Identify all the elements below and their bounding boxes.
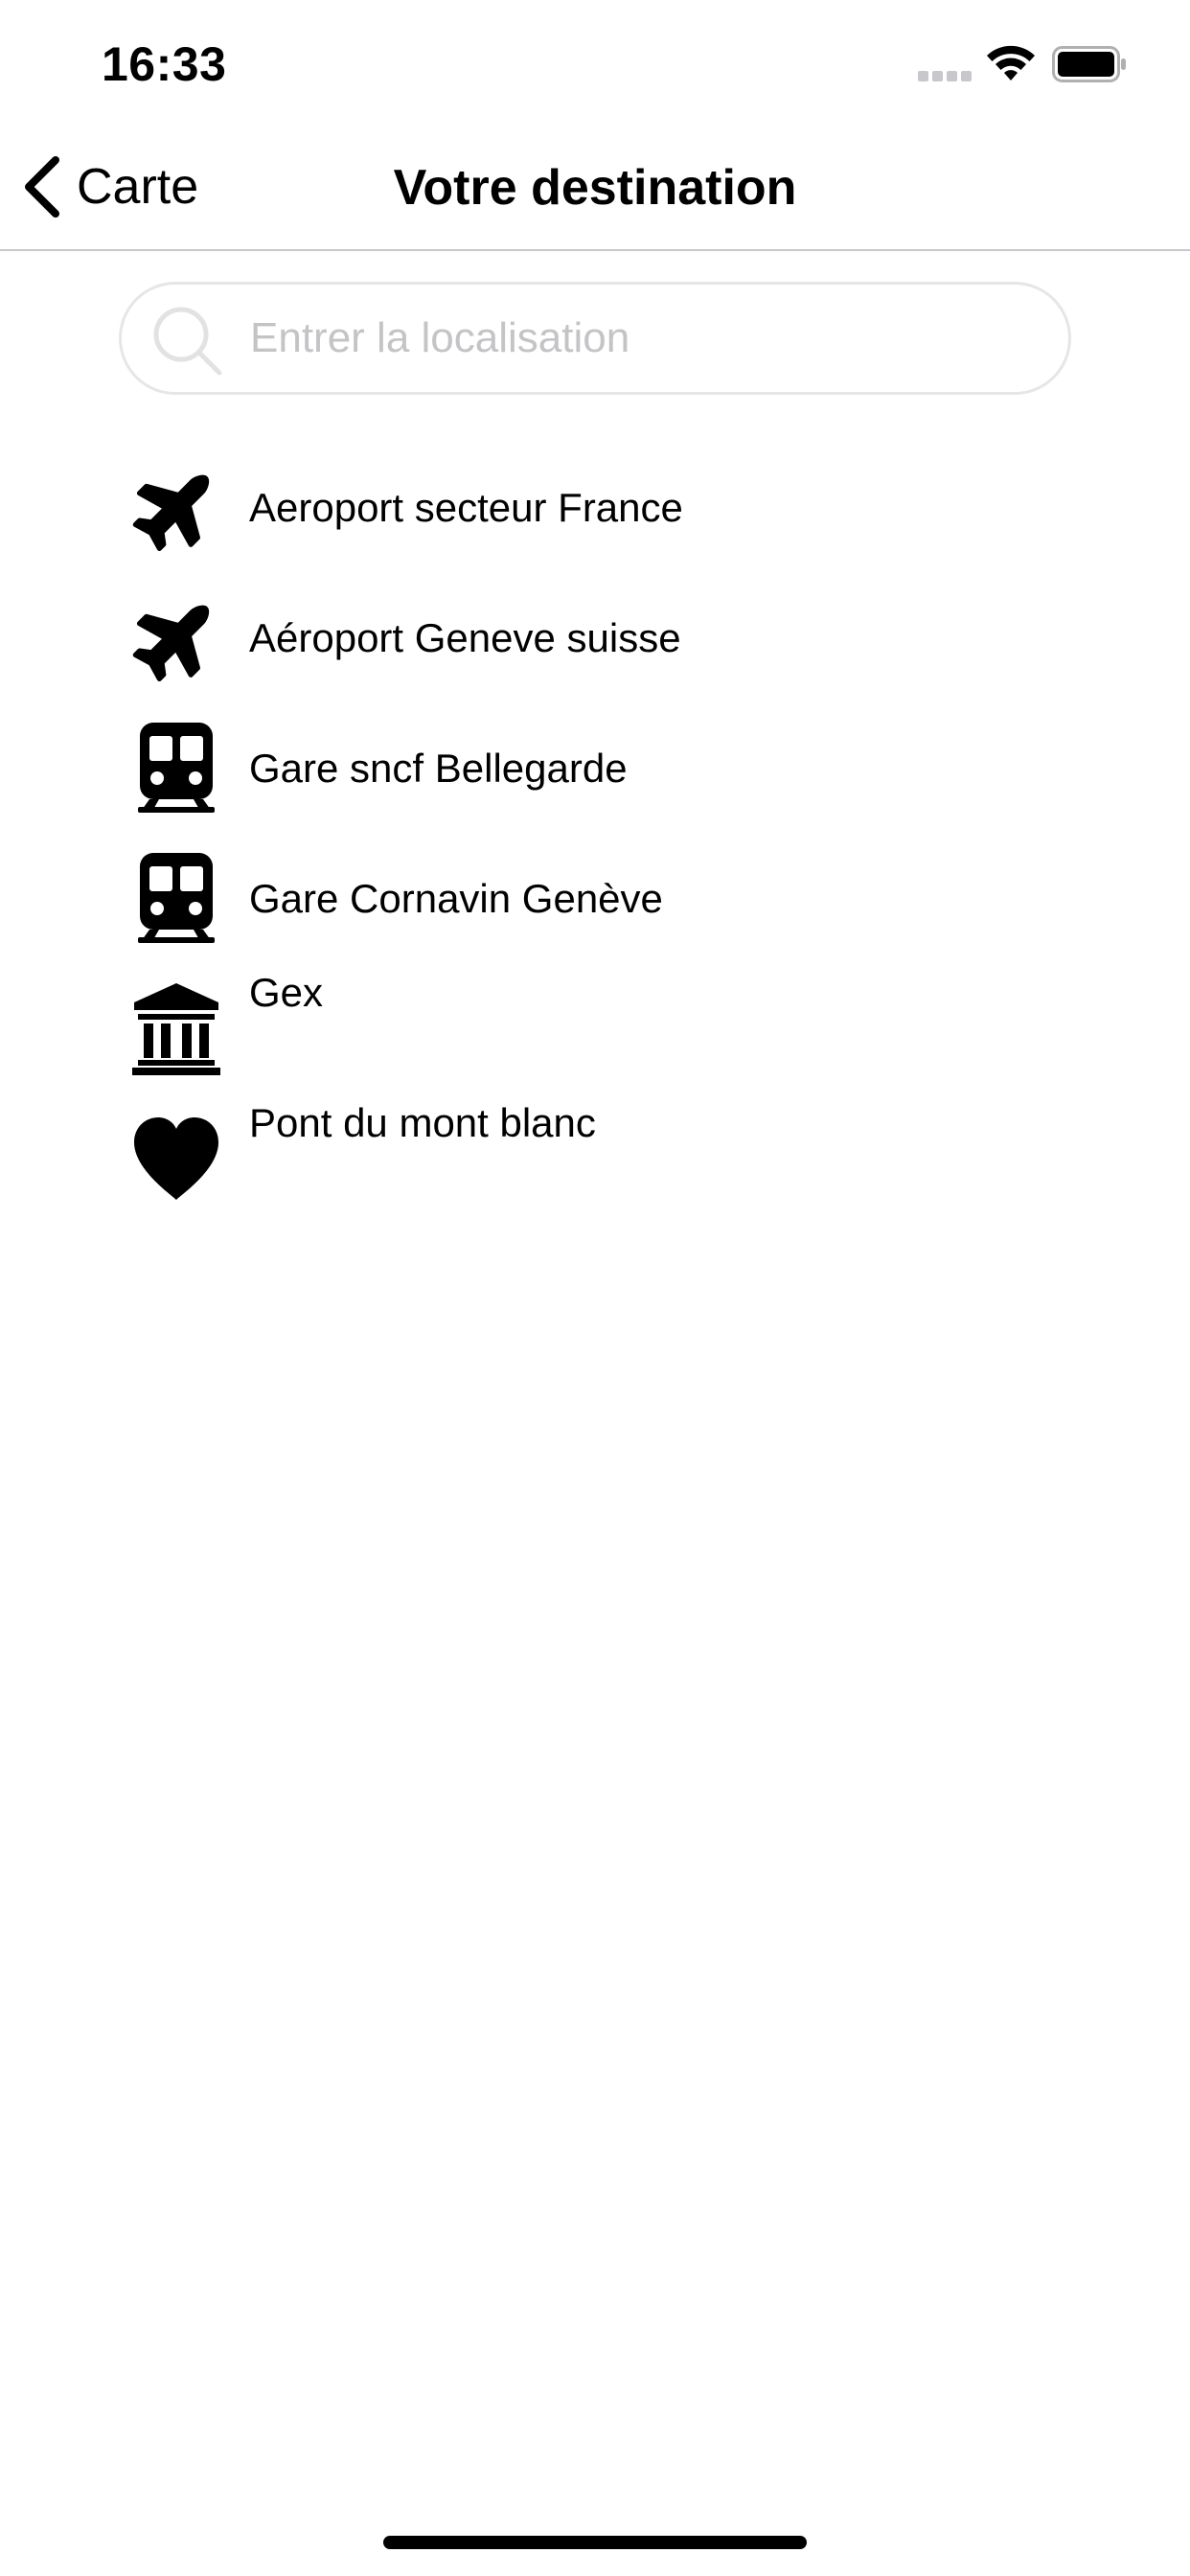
list-item-label: Gare sncf Bellegarde bbox=[249, 746, 628, 791]
list-item-gare-cornavin-geneve[interactable]: Gare Cornavin Genève bbox=[125, 843, 1083, 958]
page-title: Votre destination bbox=[393, 160, 797, 216]
train-icon bbox=[138, 853, 215, 943]
status-bar: 16:33 bbox=[0, 0, 1190, 125]
list-item-gex[interactable]: Gex bbox=[125, 970, 1083, 1089]
list-item-label: Aeroport secteur France bbox=[249, 485, 683, 530]
list-item-pont-du-mont-blanc[interactable]: Pont du mont blanc bbox=[125, 1100, 1083, 1219]
list-item-label: Gex bbox=[249, 970, 324, 1015]
bank-icon bbox=[132, 983, 220, 1075]
search-bar[interactable] bbox=[119, 282, 1071, 395]
search-input[interactable] bbox=[250, 304, 1036, 373]
battery-icon bbox=[1052, 46, 1126, 82]
wifi-icon bbox=[987, 45, 1035, 80]
list-item-aeroport-geneve-suisse[interactable]: Aéroport Geneve suisse bbox=[125, 583, 1083, 698]
airplane-icon bbox=[132, 605, 210, 682]
status-time: 16:33 bbox=[102, 37, 227, 91]
list-item-aeroport-secteur-france[interactable]: Aeroport secteur France bbox=[125, 452, 1083, 567]
search-icon bbox=[153, 307, 222, 376]
list-item-label: Pont du mont blanc bbox=[249, 1100, 596, 1145]
airplane-icon bbox=[132, 474, 210, 552]
train-icon bbox=[138, 723, 215, 813]
heart-icon bbox=[134, 1117, 218, 1200]
cellular-signal-icon bbox=[918, 71, 972, 81]
navigation-bar: Carte Votre destination bbox=[0, 125, 1190, 251]
home-indicator[interactable] bbox=[383, 2536, 807, 2549]
list-item-label: Gare Cornavin Genève bbox=[249, 876, 663, 921]
list-item-gare-sncf-bellegarde[interactable]: Gare sncf Bellegarde bbox=[125, 713, 1083, 828]
list-item-label: Aéroport Geneve suisse bbox=[249, 615, 681, 660]
